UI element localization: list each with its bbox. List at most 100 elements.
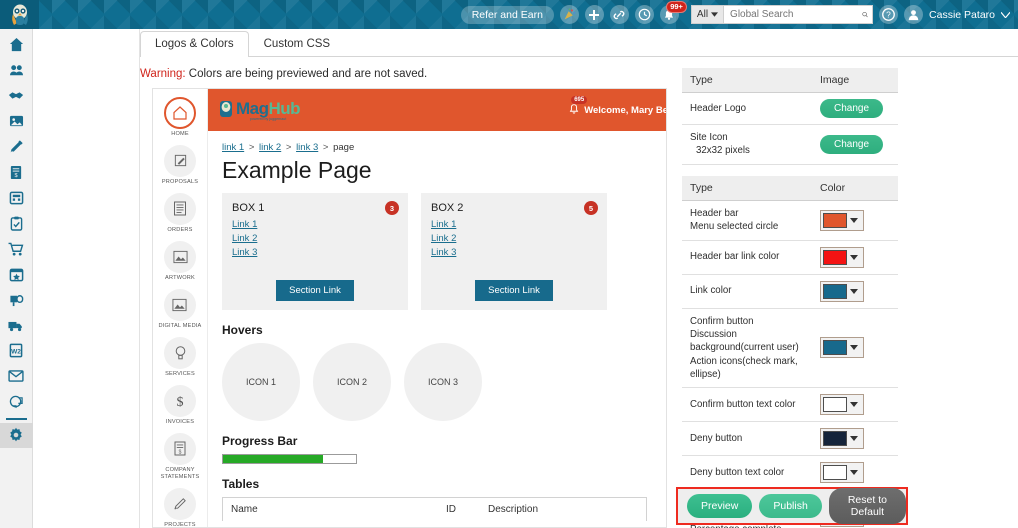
sidebar-item-w2[interactable]: W2 xyxy=(0,338,33,364)
sidebar-item-people[interactable] xyxy=(0,58,33,84)
top-header: Refer and Earn xyxy=(0,0,1018,29)
hover-circle-3[interactable]: ICON 3 xyxy=(404,343,482,421)
box-link[interactable]: Link 2 xyxy=(431,232,597,246)
calculator-icon xyxy=(9,191,24,205)
box-link[interactable]: Link 3 xyxy=(232,246,398,260)
preview-button[interactable]: Preview xyxy=(687,494,752,518)
party-popper-icon[interactable] xyxy=(560,5,579,24)
breadcrumb-link-3[interactable]: link 3 xyxy=(296,142,318,153)
row-type-label: Site Icon 32x32 pixels xyxy=(690,131,820,158)
sidebar-item-chat[interactable] xyxy=(0,389,33,415)
breadcrumb-separator: > xyxy=(286,142,292,153)
color-picker-6[interactable] xyxy=(820,462,864,483)
user-avatar-icon[interactable] xyxy=(904,5,923,24)
publish-button[interactable]: Publish xyxy=(759,494,821,518)
maghub-logo: MagHub powered by juggernaut xyxy=(218,99,300,121)
sidebar-item-email[interactable] xyxy=(0,364,33,390)
box-badge: 3 xyxy=(385,201,399,215)
sidebar-item-invoicing[interactable]: $ xyxy=(0,160,33,186)
preview-nav-orders[interactable]: ORDERS xyxy=(164,193,196,234)
column-header-description: Description xyxy=(488,504,538,515)
chevron-down-icon[interactable] xyxy=(847,470,861,475)
chevron-down-icon[interactable] xyxy=(847,218,861,223)
preview-welcome-text: Welcome, Mary Be xyxy=(584,105,667,116)
settings-panel: Type Image Header Logo Change Site Icon … xyxy=(682,68,898,528)
breadcrumb-link-1[interactable]: link 1 xyxy=(222,142,244,153)
box-link[interactable]: Link 1 xyxy=(232,218,398,232)
preview-nav-company-statements[interactable]: $ COMPANY STATEMENTS xyxy=(153,433,207,481)
preview-nav-label: DIGITAL MEDIA xyxy=(158,323,201,330)
breadcrumb-separator: > xyxy=(249,142,255,153)
change-header-logo-button[interactable]: Change xyxy=(820,99,883,118)
clock-icon[interactable] xyxy=(635,5,654,24)
preview-nav-label: ORDERS xyxy=(167,227,192,234)
tab-logos-and-colors[interactable]: Logos & Colors xyxy=(140,31,249,57)
color-picker-4[interactable] xyxy=(820,394,864,415)
color-picker-2[interactable] xyxy=(820,281,864,302)
color-picker-3[interactable] xyxy=(820,337,864,358)
picture-icon xyxy=(164,241,196,273)
box-link[interactable]: Link 3 xyxy=(431,246,597,260)
chevron-down-icon[interactable] xyxy=(847,345,861,350)
plus-icon[interactable] xyxy=(585,5,604,24)
sidebar-item-media[interactable] xyxy=(0,109,33,135)
preview-bell-icon[interactable]: 695 xyxy=(568,103,580,118)
sidebar-item-shipping[interactable] xyxy=(0,313,33,339)
bell-icon[interactable]: 99+ xyxy=(660,5,679,24)
sidebar-item-calculator[interactable] xyxy=(0,185,33,211)
chevron-down-icon[interactable] xyxy=(1001,12,1010,18)
column-header-type: Type xyxy=(690,182,820,194)
rail-content-divider xyxy=(139,29,140,528)
preview-body: MagHub powered by juggernaut 695 Welcome… xyxy=(208,89,667,528)
breadcrumb-link-2[interactable]: link 2 xyxy=(259,142,281,153)
reset-to-default-button[interactable]: Reset to Default xyxy=(829,488,906,524)
sidebar-item-handshake[interactable] xyxy=(0,83,33,109)
section-link-button[interactable]: Section Link xyxy=(276,280,354,301)
preview-nav-invoices[interactable]: $ INVOICES xyxy=(164,385,196,426)
preview-sidebar: HOME PROPOSALS ORDERS ARTWORK xyxy=(153,89,208,528)
preview-nav-label: SERVICES xyxy=(165,371,195,378)
question-mark-icon[interactable]: ? xyxy=(879,5,898,24)
search-scope-dropdown[interactable]: All xyxy=(691,5,723,24)
preview-nav-label: INVOICES xyxy=(166,419,194,426)
change-site-icon-button[interactable]: Change xyxy=(820,135,883,154)
sidebar-item-home[interactable] xyxy=(0,32,33,58)
preview-nav-digital-media[interactable]: DIGITAL MEDIA xyxy=(158,289,201,330)
warning-message: Warning: Colors are being previewed and … xyxy=(140,68,427,80)
sidebar-item-tasks[interactable] xyxy=(0,211,33,237)
section-link-button[interactable]: Section Link xyxy=(475,280,553,301)
chevron-down-icon[interactable] xyxy=(847,402,861,407)
box-link[interactable]: Link 1 xyxy=(431,218,597,232)
user-menu[interactable]: Cassie Pataro xyxy=(929,9,995,21)
preview-content: link 1 > link 2 > link 3 > page Example … xyxy=(208,131,667,521)
sidebar-item-mailbox[interactable] xyxy=(0,287,33,313)
preview-nav-label: PROJECTS xyxy=(164,522,195,528)
preview-nav-services[interactable]: SERVICES xyxy=(164,337,196,378)
box-link[interactable]: Link 2 xyxy=(232,232,398,246)
link-icon[interactable] xyxy=(610,5,629,24)
preview-nav-artwork[interactable]: ARTWORK xyxy=(164,241,196,282)
hover-circle-1[interactable]: ICON 1 xyxy=(222,343,300,421)
preview-nav-projects[interactable]: PROJECTS xyxy=(164,488,196,528)
sidebar-item-cart[interactable] xyxy=(0,236,33,262)
pencil-note-icon xyxy=(164,145,196,177)
color-picker-1[interactable] xyxy=(820,247,864,268)
brand-logo[interactable] xyxy=(0,0,39,29)
color-picker-0[interactable] xyxy=(820,210,864,231)
chevron-down-icon[interactable] xyxy=(847,255,861,260)
theme-preview-pane: HOME PROPOSALS ORDERS ARTWORK xyxy=(152,88,667,528)
box-title: BOX 2 xyxy=(431,202,597,214)
preview-nav-proposals[interactable]: PROPOSALS xyxy=(162,145,198,186)
sidebar-item-calendar[interactable] xyxy=(0,262,33,288)
column-header-image: Image xyxy=(820,74,890,86)
tab-custom-css[interactable]: Custom CSS xyxy=(249,31,345,57)
preview-nav-home[interactable]: HOME xyxy=(164,97,196,138)
refer-and-earn-button[interactable]: Refer and Earn xyxy=(461,6,554,24)
hover-circle-2[interactable]: ICON 2 xyxy=(313,343,391,421)
chevron-down-icon[interactable] xyxy=(847,436,861,441)
color-picker-5[interactable] xyxy=(820,428,864,449)
sidebar-item-artwork[interactable] xyxy=(0,134,33,160)
chevron-down-icon[interactable] xyxy=(847,289,861,294)
sidebar-item-settings[interactable] xyxy=(0,423,33,449)
search-input[interactable] xyxy=(730,9,862,20)
